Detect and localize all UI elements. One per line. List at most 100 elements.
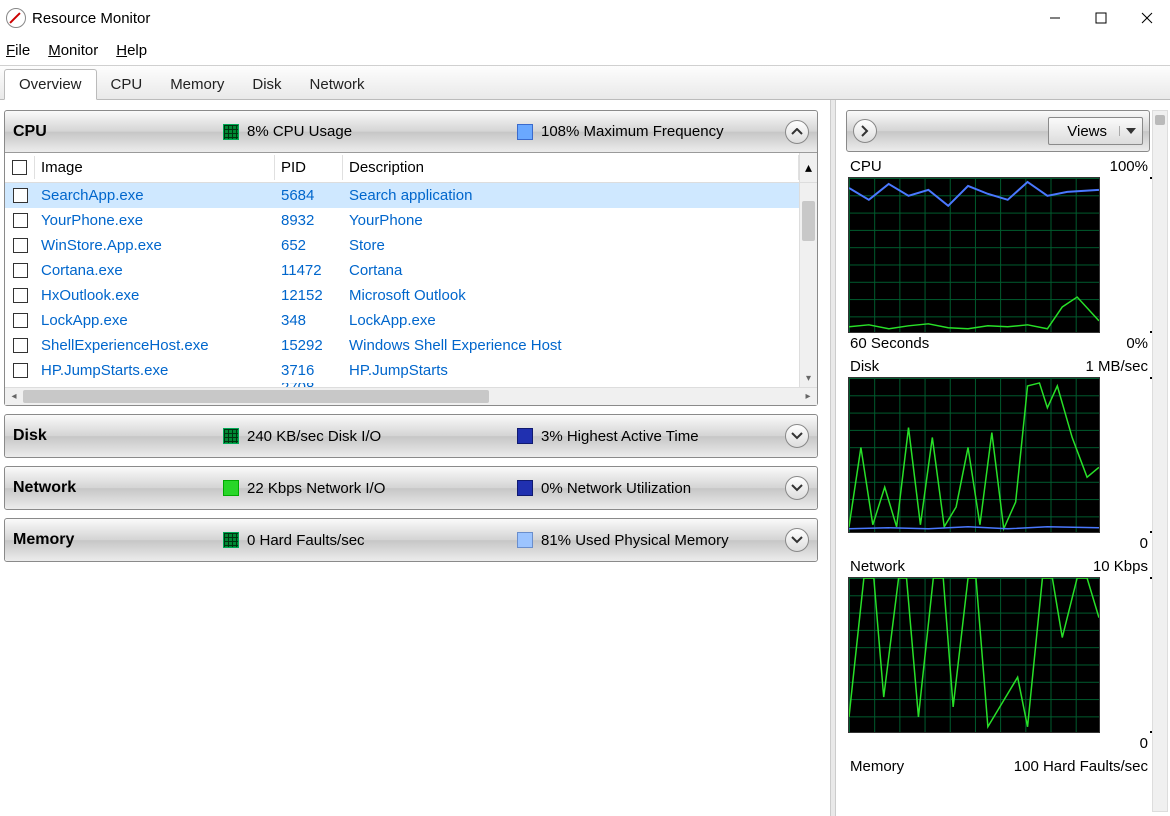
- disk-active-swatch-icon: [517, 428, 533, 444]
- row-desc: Store: [343, 235, 799, 256]
- row-image: SearchApp.exe: [35, 185, 275, 206]
- views-button[interactable]: Views: [1048, 117, 1143, 145]
- row-pid: 15292: [275, 335, 343, 356]
- column-image[interactable]: Image: [35, 155, 275, 180]
- process-row[interactable]: SearchApp.exe5684Search application: [5, 183, 799, 208]
- mem-faults-swatch-icon: [223, 532, 239, 548]
- menu-bar: File Monitor Help: [0, 36, 1170, 66]
- tab-memory[interactable]: Memory: [156, 70, 238, 99]
- vscroll-down-arrow[interactable]: ▾: [800, 369, 817, 387]
- process-table-header: Image PID Description ▴: [5, 153, 817, 183]
- row-image: HP.JumpStarts.exe: [35, 360, 275, 381]
- disk-active-text: 3% Highest Active Time: [541, 428, 699, 445]
- app-icon: [6, 8, 26, 28]
- net-io-text: 22 Kbps Network I/O: [247, 480, 517, 497]
- section-disk-header[interactable]: Disk 240 KB/sec Disk I/O 3% Highest Acti…: [5, 415, 817, 457]
- row-checkbox[interactable]: [13, 363, 28, 378]
- section-network-header[interactable]: Network 22 Kbps Network I/O 0% Network U…: [5, 467, 817, 509]
- section-memory: Memory 0 Hard Faults/sec 81% Used Physic…: [4, 518, 818, 562]
- chart-memory-peek: Memory 100 Hard Faults/sec: [848, 758, 1150, 774]
- hscroll-right-arrow[interactable]: ▸: [799, 391, 817, 402]
- left-panel: CPU 8% CPU Usage 108% Maximum Frequency …: [0, 100, 830, 816]
- chart-disk: Disk 1 MB/sec 0: [848, 358, 1150, 556]
- chart-cpu: CPU 100% 60 Seconds 0%: [848, 158, 1150, 356]
- row-pid: 5684: [275, 185, 343, 206]
- tab-network[interactable]: Network: [296, 70, 379, 99]
- maximize-button[interactable]: [1078, 2, 1124, 34]
- window-title: Resource Monitor: [32, 10, 150, 27]
- process-row[interactable]: WinStore.App.exe652Store: [5, 233, 799, 258]
- row-checkbox[interactable]: [13, 313, 28, 328]
- process-row[interactable]: HxOutlook.exe12152Microsoft Outlook: [5, 283, 799, 308]
- vscroll-thumb[interactable]: [802, 201, 815, 241]
- chart-disk-canvas: [848, 377, 1100, 533]
- tab-cpu[interactable]: CPU: [97, 70, 157, 99]
- expand-network-button[interactable]: [785, 476, 809, 500]
- row-pid: 12152: [275, 285, 343, 306]
- collapse-cpu-button[interactable]: [785, 120, 809, 144]
- column-pid[interactable]: PID: [275, 155, 343, 180]
- section-cpu: CPU 8% CPU Usage 108% Maximum Frequency …: [4, 110, 818, 406]
- disk-io-text: 240 KB/sec Disk I/O: [247, 428, 517, 445]
- row-checkbox[interactable]: [13, 188, 28, 203]
- collapse-right-button[interactable]: [853, 119, 877, 143]
- chart-cpu-min: 0%: [1126, 335, 1148, 352]
- section-disk: Disk 240 KB/sec Disk I/O 3% Highest Acti…: [4, 414, 818, 458]
- vscroll-up-arrow[interactable]: ▴: [799, 153, 817, 182]
- minimize-button[interactable]: [1032, 2, 1078, 34]
- right-panel: Views CPU 100% 60 Secon: [836, 100, 1170, 816]
- expand-disk-button[interactable]: [785, 424, 809, 448]
- column-description[interactable]: Description: [343, 155, 799, 180]
- section-cpu-title: CPU: [13, 123, 223, 141]
- cpu-usage-swatch-icon: [223, 124, 239, 140]
- row-pid: 348: [275, 310, 343, 331]
- process-hscrollbar[interactable]: ◂ ▸: [5, 387, 817, 405]
- expand-memory-button[interactable]: [785, 528, 809, 552]
- right-vscrollbar[interactable]: [1152, 110, 1168, 812]
- title-bar: Resource Monitor: [0, 0, 1170, 36]
- process-row[interactable]: HP.JumpStarts.exe3716HP.JumpStarts: [5, 358, 799, 383]
- menu-monitor[interactable]: Monitor: [48, 42, 98, 59]
- cpu-freq-text: 108% Maximum Frequency: [541, 123, 724, 140]
- section-network-title: Network: [13, 479, 223, 497]
- mem-faults-text: 0 Hard Faults/sec: [247, 532, 517, 549]
- row-pid: 652: [275, 235, 343, 256]
- row-desc: Windows Shell Experience Host: [343, 335, 799, 356]
- menu-file[interactable]: File: [6, 42, 30, 59]
- section-memory-title: Memory: [13, 531, 223, 549]
- disk-io-swatch-icon: [223, 428, 239, 444]
- row-desc: Search application: [343, 185, 799, 206]
- chart-cpu-max: 100%: [1110, 158, 1148, 175]
- section-cpu-header[interactable]: CPU 8% CPU Usage 108% Maximum Frequency: [5, 111, 817, 153]
- row-pid: 8932: [275, 210, 343, 231]
- process-row[interactable]: ShellExperienceHost.exe15292Windows Shel…: [5, 333, 799, 358]
- right-vscroll-thumb[interactable]: [1155, 115, 1165, 125]
- tab-overview[interactable]: Overview: [4, 69, 97, 100]
- hscroll-left-arrow[interactable]: ◂: [5, 391, 23, 402]
- process-table-body: SearchApp.exe5684Search applicationYourP…: [5, 183, 799, 387]
- row-image: Cortana.exe: [35, 260, 275, 281]
- hscroll-thumb[interactable]: [23, 390, 489, 403]
- row-desc: HP.JumpStarts: [343, 360, 799, 381]
- section-network: Network 22 Kbps Network I/O 0% Network U…: [4, 466, 818, 510]
- row-pid: 11472: [275, 260, 343, 281]
- mem-used-text: 81% Used Physical Memory: [541, 532, 729, 549]
- chart-cpu-title: CPU: [850, 158, 882, 175]
- row-checkbox[interactable]: [13, 263, 28, 278]
- menu-help[interactable]: Help: [116, 42, 147, 59]
- header-checkbox[interactable]: [5, 156, 35, 179]
- tab-disk[interactable]: Disk: [238, 70, 295, 99]
- chart-cpu-xlabel: 60 Seconds: [850, 335, 929, 352]
- row-checkbox[interactable]: [13, 288, 28, 303]
- row-desc: LockApp.exe: [343, 310, 799, 331]
- process-row[interactable]: LockApp.exe348LockApp.exe: [5, 308, 799, 333]
- section-memory-header[interactable]: Memory 0 Hard Faults/sec 81% Used Physic…: [5, 519, 817, 561]
- row-checkbox[interactable]: [13, 338, 28, 353]
- row-checkbox[interactable]: [13, 213, 28, 228]
- close-button[interactable]: [1124, 2, 1170, 34]
- process-row[interactable]: YourPhone.exe8932YourPhone: [5, 208, 799, 233]
- process-row[interactable]: Cortana.exe11472Cortana: [5, 258, 799, 283]
- row-checkbox[interactable]: [13, 238, 28, 253]
- right-header: Views: [846, 110, 1150, 152]
- process-vscrollbar[interactable]: ▾: [799, 183, 817, 387]
